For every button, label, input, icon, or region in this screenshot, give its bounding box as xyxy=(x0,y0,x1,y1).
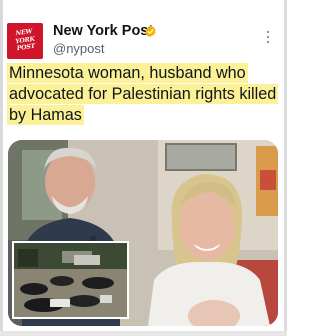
bottom-edge-divider xyxy=(0,331,287,336)
account-handle[interactable]: @nypost xyxy=(53,41,105,56)
avatar-logo: NEW YORK POST xyxy=(9,27,42,53)
tweet-card: NEW YORK POST New York Post @nypost Minn… xyxy=(0,0,287,336)
post-text: Minnesota woman, husband who advocated f… xyxy=(7,63,282,126)
left-edge-divider xyxy=(0,0,3,336)
verified-badge-icon xyxy=(145,25,156,38)
account-avatar[interactable]: NEW YORK POST xyxy=(7,23,43,59)
more-options-icon[interactable] xyxy=(264,29,272,45)
inset-scene xyxy=(14,243,127,317)
right-edge-divider xyxy=(284,0,287,336)
highlighted-headline: Minnesota woman, husband who advocated f… xyxy=(7,63,279,125)
account-name[interactable]: New York Post xyxy=(53,23,153,39)
inset-photo[interactable] xyxy=(12,241,129,319)
